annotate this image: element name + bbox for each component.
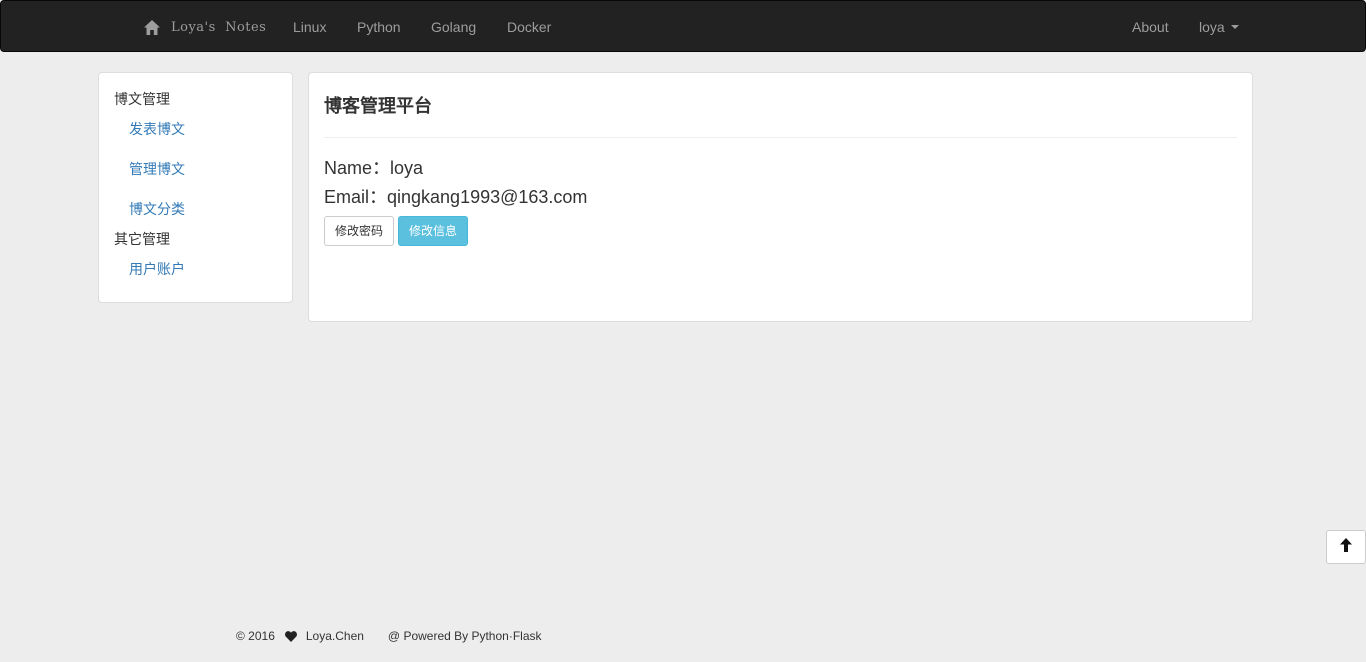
footer: © 2016 Loya.Chen @ Powered By Python·Fla…: [236, 628, 542, 644]
profile-email: Email：qingkang1993@163.com: [324, 187, 588, 207]
title-divider: [324, 137, 1237, 138]
powered-by-text: @ Powered By Python·Flask: [387, 629, 542, 643]
nav-docker[interactable]: Docker: [507, 18, 551, 36]
sidebar: 博文管理 发表博文 管理博文 博文分类 其它管理 用户账户: [98, 72, 293, 303]
nav-linux[interactable]: Linux: [293, 18, 326, 36]
sidebar-item-user-accounts[interactable]: 用户账户: [129, 260, 185, 278]
brand-text: Loya's Notes: [171, 19, 267, 35]
caret-down-icon: [1230, 25, 1239, 30]
sidebar-item-publish-post[interactable]: 发表博文: [129, 120, 185, 138]
page-title: 博客管理平台: [324, 96, 432, 117]
profile-name: Name：loya: [324, 158, 424, 178]
copyright-text: © 2016: [236, 629, 275, 643]
user-dropdown[interactable]: loya: [1199, 18, 1239, 36]
sidebar-heading-other: 其它管理: [114, 231, 170, 247]
user-name: loya: [1199, 19, 1225, 35]
brand-link[interactable]: Loya's Notes: [144, 16, 266, 38]
author-name: Loya.Chen: [305, 629, 364, 643]
change-password-button[interactable]: 修改密码: [324, 216, 394, 246]
edit-info-button[interactable]: 修改信息: [398, 216, 468, 246]
sidebar-item-manage-posts[interactable]: 管理博文: [129, 160, 185, 178]
sidebar-item-categories[interactable]: 博文分类: [129, 200, 185, 218]
nav-golang[interactable]: Golang: [431, 18, 476, 36]
nav-python[interactable]: Python: [357, 18, 401, 36]
nav-about[interactable]: About: [1132, 18, 1169, 36]
home-icon: [144, 19, 160, 35]
top-navbar: Loya's Notes Linux Python Golang Docker …: [0, 0, 1366, 52]
sidebar-heading-posts: 博文管理: [114, 91, 170, 107]
back-to-top-button[interactable]: [1326, 530, 1366, 564]
arrow-up-icon: [1340, 537, 1352, 557]
heart-icon: [284, 630, 297, 642]
main-panel: 博客管理平台 Name：loya Email：qingkang1993@163.…: [308, 72, 1253, 322]
